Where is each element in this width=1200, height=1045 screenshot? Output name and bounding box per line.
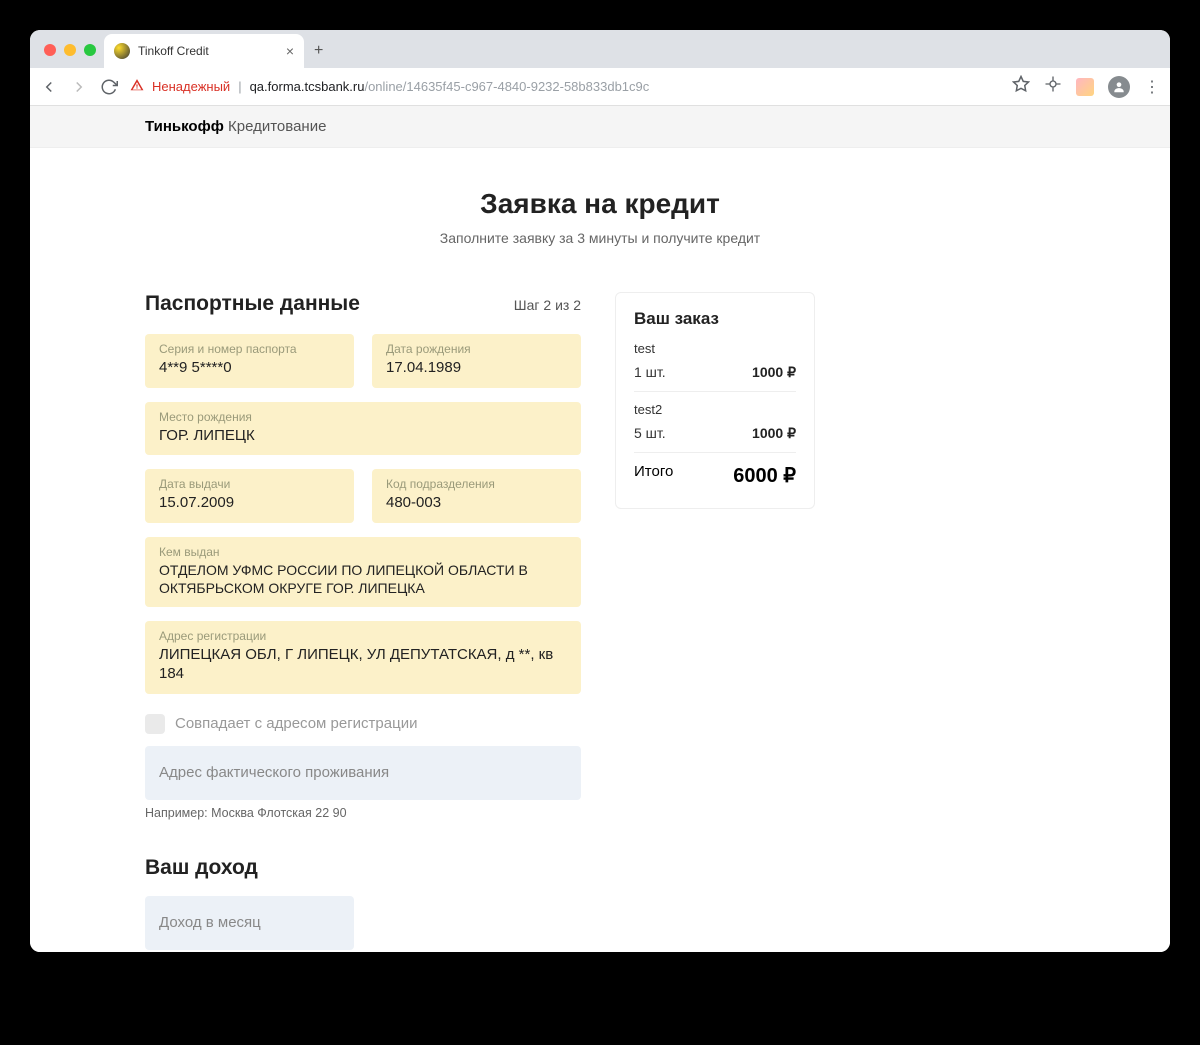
profile-avatar-icon[interactable] [1108,76,1130,98]
issue-date-field[interactable]: Дата выдачи 15.07.2009 [145,469,354,523]
extension-icon[interactable] [1044,75,1062,98]
back-button[interactable] [40,78,58,96]
tab-bar: Tinkoff Credit × + [30,30,1170,68]
order-item: test 1 шт. 1000 ₽ [634,341,796,392]
income-section-title: Ваш доход [145,856,581,880]
page-topbar: Тинькофф Кредитование [30,106,1170,148]
page-title: Заявка на кредит [145,188,1055,220]
address-bar: Ненадежный | qa.forma.tcsbank.ru/online/… [30,68,1170,106]
tab-title: Tinkoff Credit [138,44,209,58]
issued-by-field[interactable]: Кем выдан ОТДЕЛОМ УФМС РОССИИ ПО ЛИПЕЦКО… [145,537,581,607]
insecure-label: Ненадежный [152,79,230,94]
url-host: qa.forma.tcsbank.ru [250,79,365,94]
actual-address-hint: Например: Москва Флотская 22 90 [145,806,581,820]
browser-tab[interactable]: Tinkoff Credit × [104,34,304,68]
monthly-income-field[interactable]: Доход в месяц [145,896,354,950]
insecure-warning-icon [130,78,144,95]
bookmark-star-icon[interactable] [1012,75,1030,98]
brand-logo: Тинькофф Кредитование [135,118,1065,135]
extension-color-icon[interactable] [1076,78,1094,96]
browser-menu-icon[interactable]: ⋮ [1144,77,1160,97]
tab-favicon-icon [114,43,130,59]
minimize-window-button[interactable] [64,44,76,56]
window-controls [40,44,104,68]
order-total-label: Итого [634,463,673,488]
reload-button[interactable] [100,78,118,96]
page-subtitle: Заполните заявку за 3 минуты и получите … [145,230,1055,246]
birthplace-field[interactable]: Место рождения ГОР. ЛИПЕЦК [145,402,581,456]
new-tab-button[interactable]: + [304,42,333,68]
order-total-value: 6000 ₽ [733,463,796,488]
url-path: /online/14635f45-c967-4840-9232-58b833db… [364,79,649,94]
registration-address-field[interactable]: Адрес регистрации ЛИПЕЦКАЯ ОБЛ, Г ЛИПЕЦК… [145,621,581,694]
same-address-label: Совпадает с адресом регистрации [175,715,417,732]
close-tab-icon[interactable]: × [286,43,294,59]
close-window-button[interactable] [44,44,56,56]
actual-address-field[interactable]: Адрес фактического проживания [145,746,581,800]
forward-button[interactable] [70,78,88,96]
passport-number-field[interactable]: Серия и номер паспорта 4**9 5****0 [145,334,354,388]
same-address-checkbox-row[interactable]: Совпадает с адресом регистрации [145,708,581,746]
dob-field[interactable]: Дата рождения 17.04.1989 [372,334,581,388]
order-title: Ваш заказ [634,309,796,329]
dept-code-field[interactable]: Код подразделения 480-003 [372,469,581,523]
step-indicator: Шаг 2 из 2 [514,297,581,313]
checkbox-icon[interactable] [145,714,165,734]
order-item: test2 5 шт. 1000 ₽ [634,402,796,453]
passport-section-title: Паспортные данные [145,292,360,316]
page-viewport[interactable]: Тинькофф Кредитование Заявка на кредит З… [30,106,1170,952]
url-field[interactable]: Ненадежный | qa.forma.tcsbank.ru/online/… [130,78,1000,95]
browser-window: Tinkoff Credit × + Ненадежный | qa.forma… [30,30,1170,952]
maximize-window-button[interactable] [84,44,96,56]
order-summary-card: Ваш заказ test 1 шт. 1000 ₽ test2 5 шт. [615,292,815,509]
